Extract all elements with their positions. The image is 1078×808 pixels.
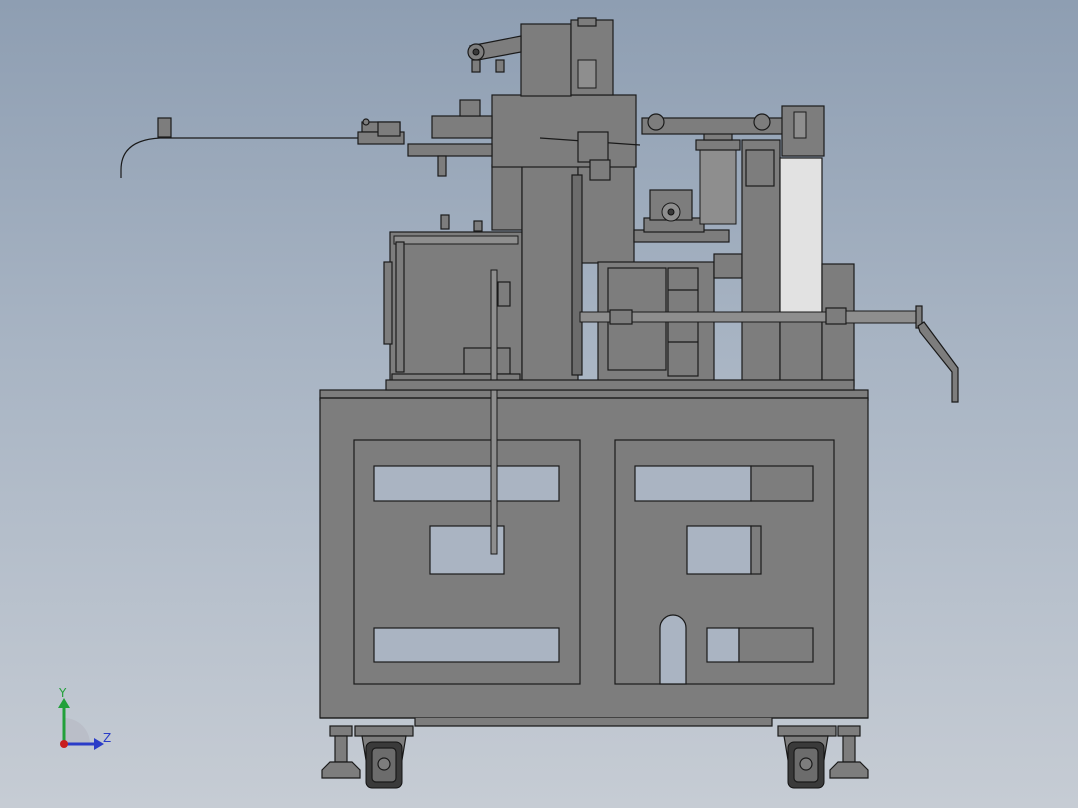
top-deck-rail (385, 379, 855, 391)
crank-handle[interactable] (917, 321, 959, 403)
caster-right (777, 725, 869, 789)
lever-arm (467, 35, 522, 73)
caster-left (321, 725, 414, 789)
right-door-window-middle (686, 525, 752, 575)
cad-viewport[interactable]: .m{fill:#7d7d7d;stroke:#1a1a1a;stroke-wi… (0, 0, 1078, 808)
drive-housing (383, 214, 523, 389)
z-axis-label: Z (103, 731, 111, 745)
left-door-window-top (373, 465, 560, 502)
right-door-arch-slot (659, 614, 687, 685)
y-axis-label: Y (58, 686, 67, 700)
left-door-window-bottom (373, 627, 560, 663)
white-guard-panel (779, 157, 823, 315)
cart-base (319, 389, 869, 727)
feed-wire (120, 117, 405, 178)
right-door-window-top (634, 465, 752, 502)
axis-triad: Y Z (58, 686, 111, 750)
cad-model-drawing[interactable]: .m{fill:#7d7d7d;stroke:#1a1a1a;stroke-wi… (0, 0, 1078, 808)
right-door-window-bottom (706, 627, 740, 663)
vertical-handle-rod[interactable] (490, 269, 498, 555)
